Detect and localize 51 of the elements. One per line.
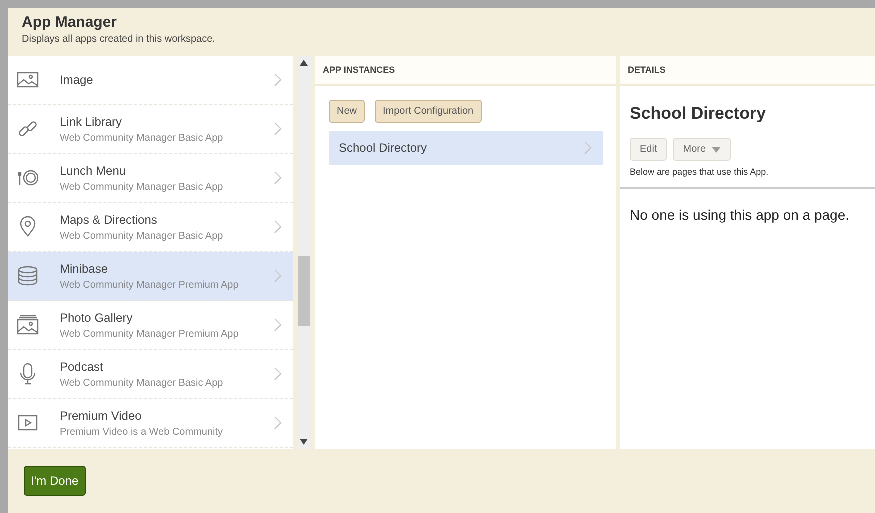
app-list-item[interactable]: Podcast Web Community Manager Basic App	[8, 350, 293, 399]
app-name: Lunch Menu	[60, 164, 128, 178]
toolbar-button[interactable]: New	[329, 100, 366, 123]
app-list-item[interactable]: Image	[8, 56, 293, 105]
app-type: Web Community Manager Basic App	[60, 378, 224, 388]
app-type: Web Community Manager Premium App	[60, 328, 240, 340]
app-icon	[16, 264, 40, 288]
toolbar-button[interactable]: Import Configuration	[375, 100, 482, 123]
chevron-right-icon	[273, 367, 283, 381]
app-name: Premium Video	[60, 408, 143, 422]
chevron-right-icon	[273, 73, 283, 87]
scroll-up-icon[interactable]	[300, 60, 308, 66]
app-type: Web Community Manager Premium App	[60, 280, 240, 290]
app-name: Image	[60, 73, 94, 87]
details-title: School Directory	[629, 103, 768, 125]
app-name: Photo Gallery	[60, 310, 134, 324]
chevron-right-icon	[273, 171, 283, 185]
details-note: Below are pages that use this App.	[620, 161, 875, 189]
scrollbar[interactable]	[297, 56, 311, 449]
panel-heading: DETAILS	[620, 56, 875, 86]
app-type: Web Community Manager Basic App	[60, 230, 224, 242]
done-button[interactable]: I'm Done	[24, 466, 86, 496]
app-list-item[interactable]: Premium Video Premium Video is a Web Community	[8, 399, 293, 448]
edit-button[interactable]: Edit	[630, 138, 668, 161]
chevron-right-icon	[273, 122, 283, 136]
app-name: Minibase	[60, 262, 110, 276]
app-type: Web Community Manager Basic App	[60, 182, 224, 192]
app-list-item[interactable]: Link Library Web Community Manager Basic App	[8, 105, 293, 154]
empty-message: No one is using this app on a page.	[629, 206, 850, 225]
more-button[interactable]: More	[673, 138, 732, 161]
app-description: Displays all apps created in this workspace.	[22, 34, 216, 45]
scroll-down-icon[interactable]	[300, 439, 308, 445]
app-type: Premium Video is a Web Community	[60, 426, 224, 438]
app-type: Web Community Manager Basic App	[60, 132, 224, 144]
app-list-item[interactable]: Photo Gallery Web Community Manager Premium App	[8, 301, 293, 350]
chevron-right-icon	[273, 416, 283, 430]
app-icon	[16, 313, 40, 337]
caret-down-icon	[712, 146, 722, 152]
app-title: App Manager	[22, 14, 118, 31]
app-name: Podcast	[60, 360, 104, 374]
app-name: Maps & Directions	[60, 212, 158, 226]
panel-heading: APP INSTANCES	[315, 56, 616, 86]
scrollbar-thumb[interactable]	[298, 256, 310, 326]
chevron-right-icon	[583, 141, 593, 155]
app-name: Link Library	[60, 114, 124, 128]
chevron-right-icon	[273, 269, 283, 283]
chevron-right-icon	[273, 220, 283, 234]
app-list-item[interactable]: Lunch Menu Web Community Manager Basic App	[8, 154, 293, 203]
app-list-item[interactable]: Minibase Web Community Manager Premium App	[8, 252, 293, 301]
instance-item[interactable]: School Directory	[329, 131, 603, 165]
chevron-right-icon	[273, 318, 283, 332]
